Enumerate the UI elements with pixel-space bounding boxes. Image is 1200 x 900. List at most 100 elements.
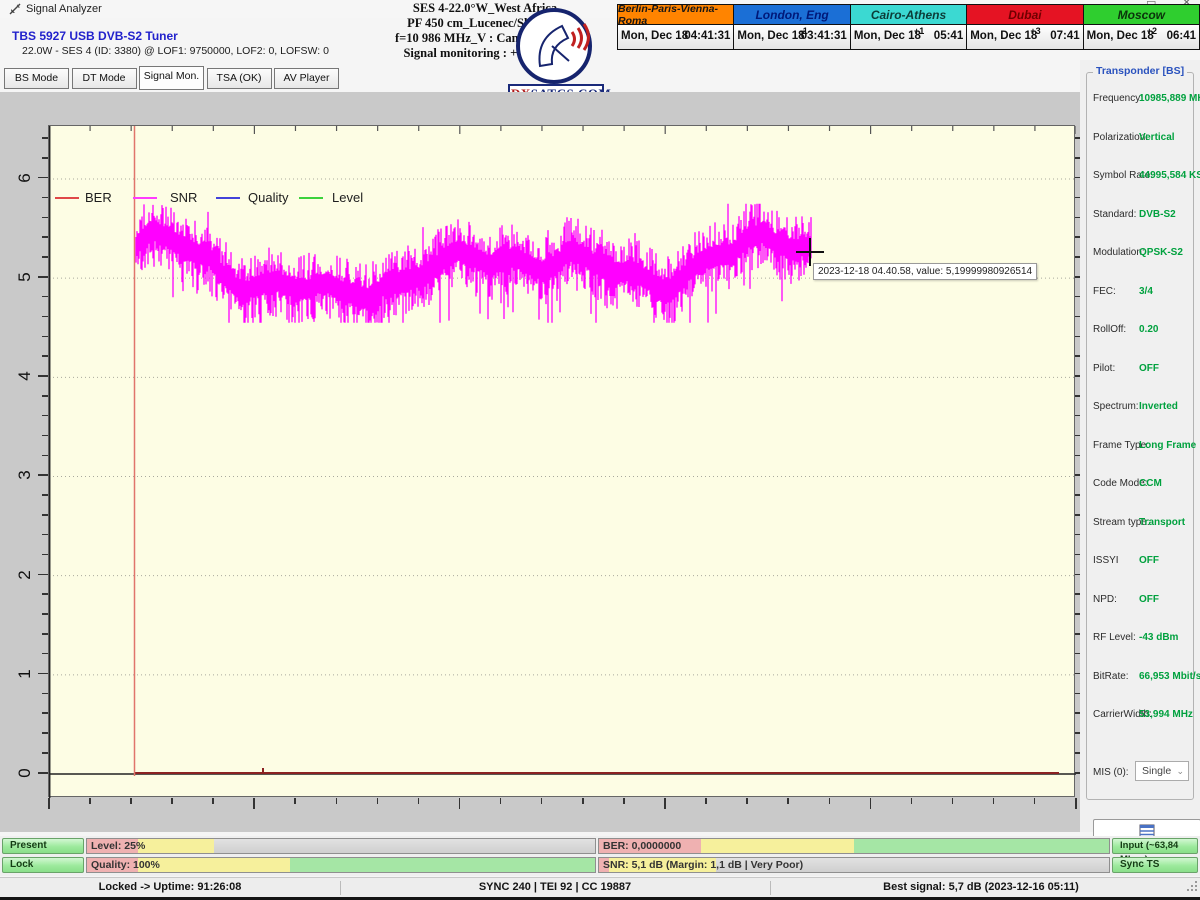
- world-clocks: Berlin-Paris-Vienna-RomaMon, Dec 1804:41…: [617, 4, 1200, 50]
- ber-legend-line: [55, 197, 79, 199]
- y-tick: [42, 336, 48, 338]
- clock-body: Mon, Dec 18-103:41:31: [734, 25, 849, 49]
- clock-body: Mon, Dec 18+307:41: [967, 25, 1082, 49]
- level-segment-1: [138, 839, 214, 853]
- y-tick: [38, 375, 48, 377]
- y-tick: [42, 137, 48, 139]
- x-tick: [89, 798, 91, 804]
- x-tick: [130, 798, 132, 804]
- clock-body: Mon, Dec 18+105:41: [851, 25, 966, 49]
- quality-bar: Quality: 100%: [86, 857, 596, 873]
- x-tick: [253, 798, 255, 809]
- level-legend-line: [299, 197, 323, 199]
- mis-dropdown[interactable]: Single ⌄: [1135, 761, 1189, 781]
- y-axis-label-5: 5: [14, 266, 36, 288]
- y-tick: [42, 712, 48, 714]
- lock-button[interactable]: Lock: [2, 857, 84, 873]
- tp-label-14: RF Level:: [1093, 632, 1136, 643]
- x-tick: [418, 798, 420, 804]
- tp-value-11: Transport: [1139, 517, 1185, 528]
- resize-grip[interactable]: [1187, 881, 1198, 895]
- x-tick: [541, 798, 543, 804]
- y-tick: [42, 395, 48, 397]
- tp-value-15: 66,953 Mbit/s: [1139, 671, 1200, 682]
- y-tick: [38, 574, 48, 576]
- tab-bs-mode[interactable]: BS Mode: [4, 68, 69, 89]
- cursor-crosshair-v: [809, 238, 811, 266]
- x-tick: [1034, 798, 1036, 804]
- x-tick: [500, 798, 502, 804]
- clock-time: 03:41:31: [801, 30, 847, 42]
- y-tick: [42, 455, 48, 457]
- tp-label-8: Spectrum:: [1093, 401, 1139, 412]
- transponder-groupbox: Transponder [BS] MIS (0): Single ⌄ Frequ…: [1086, 72, 1194, 800]
- tp-value-14: -43 dBm: [1139, 632, 1178, 643]
- clock-4: MoscowMon, Dec 18+206:41: [1084, 4, 1200, 50]
- y-tick: [42, 435, 48, 437]
- quality-segment-1: [138, 858, 290, 872]
- clock-body: Mon, Dec 18+206:41: [1084, 25, 1199, 49]
- level-bar-text: Level: 25%: [91, 839, 145, 854]
- chevron-down-icon: ⌄: [1176, 762, 1184, 780]
- status-best-signal: Best signal: 5,7 dB (2023-12-16 05:11): [771, 881, 1191, 893]
- tp-value-9: Long Frame: [1139, 440, 1196, 451]
- tp-label-15: BitRate:: [1093, 671, 1129, 682]
- tp-value-3: DVB-S2: [1139, 209, 1176, 220]
- tp-label-6: RollOff:: [1093, 324, 1126, 335]
- quality-legend-line: [216, 197, 240, 199]
- tp-label-7: Pilot:: [1093, 363, 1115, 374]
- mis-value: Single: [1142, 765, 1171, 777]
- ber-bar: BER: 0,0000000: [598, 838, 1110, 854]
- y-tick: [38, 474, 48, 476]
- tp-value-13: OFF: [1139, 594, 1159, 605]
- app-dish-icon: [8, 2, 22, 16]
- y-tick: [38, 673, 48, 675]
- y-tick: [42, 653, 48, 655]
- y-tick: [42, 256, 48, 258]
- y-axis-label-6: 6: [14, 167, 36, 189]
- x-tick: [870, 798, 872, 809]
- level-legend-label: Level: [332, 190, 363, 205]
- clock-city: London, Eng: [734, 5, 849, 25]
- clock-utc-offset: +2: [1147, 26, 1157, 36]
- tp-label-4: Modulation:: [1093, 247, 1145, 258]
- x-tick: [336, 798, 338, 804]
- tp-value-1: Vertical: [1139, 132, 1175, 143]
- x-tick: [377, 798, 379, 804]
- tp-value-6: 0.20: [1139, 324, 1158, 335]
- ber-bar-text: BER: 0,0000000: [603, 839, 681, 854]
- quality-segment-2: [290, 858, 595, 872]
- y-axis-label-2: 2: [14, 564, 36, 586]
- tp-label-0: Frequency:: [1093, 93, 1143, 104]
- tab-tsa-ok-[interactable]: TSA (OK): [207, 68, 272, 89]
- present-button[interactable]: Present: [2, 838, 84, 854]
- y-axis-label-0: 0: [14, 762, 36, 784]
- sync-ts-button[interactable]: Sync TS: [1112, 857, 1198, 873]
- clock-date: Mon, Dec 18: [621, 30, 688, 42]
- x-tick: [294, 798, 296, 804]
- clock-time: 07:41: [1050, 30, 1079, 42]
- value-tooltip: 2023-12-18 04.40.58, value: 5,1999998092…: [813, 263, 1037, 280]
- ber-segment-1: [701, 839, 854, 853]
- chart-plot[interactable]: [48, 125, 1075, 797]
- y-tick: [42, 157, 48, 159]
- input-button[interactable]: Input (~63,84 Mbps): [1112, 838, 1198, 854]
- tp-label-5: FEC:: [1093, 286, 1116, 297]
- tab-signal-mon-[interactable]: Signal Mon.: [139, 66, 204, 90]
- clock-utc-offset: +1: [914, 26, 924, 36]
- x-tick: [582, 798, 584, 804]
- y-axis-label-4: 4: [14, 365, 36, 387]
- tab-dt-mode[interactable]: DT Mode: [72, 68, 137, 89]
- x-tick: [1075, 798, 1077, 809]
- ber-legend-label: BER: [85, 190, 112, 205]
- transponder-panel: Transponder [BS] MIS (0): Single ⌄ Frequ…: [1080, 60, 1200, 832]
- x-tick: [48, 798, 50, 809]
- snr-bar: SNR: 5,1 dB (Margin: 1,1 dB | Very Poor): [598, 857, 1110, 873]
- y-tick: [42, 554, 48, 556]
- y-tick: [42, 633, 48, 635]
- tab-av-player[interactable]: AV Player: [274, 68, 339, 89]
- y-axis-label-1: 1: [14, 663, 36, 685]
- y-tick: [42, 197, 48, 199]
- transponder-title: Transponder [BS]: [1093, 65, 1187, 77]
- mis-label: MIS (0):: [1093, 767, 1129, 778]
